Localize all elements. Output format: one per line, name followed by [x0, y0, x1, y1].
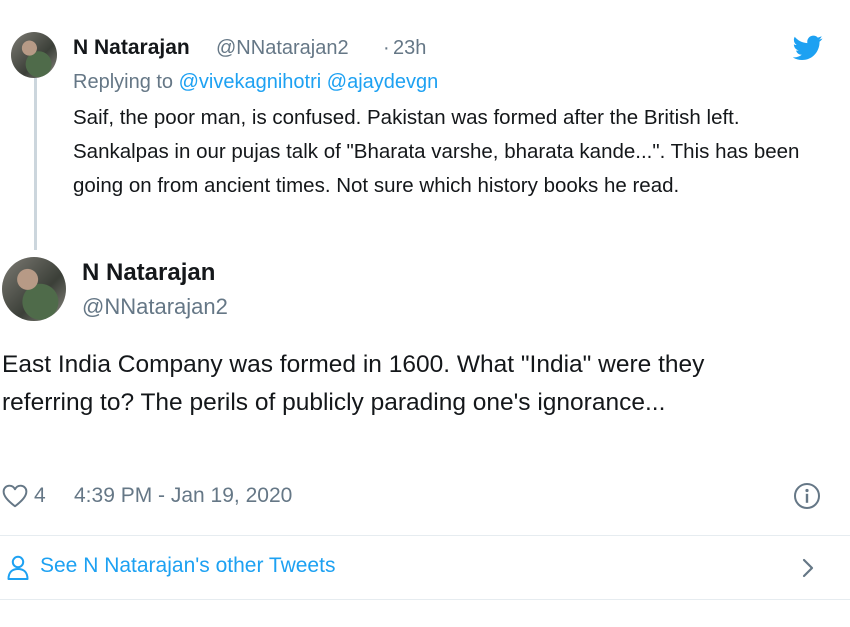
mention-link[interactable]: @vivekagnihotri [179, 71, 322, 93]
reply-author-name[interactable]: N Natarajan [73, 36, 190, 60]
heart-outline-icon [2, 484, 28, 508]
reply-time-ago[interactable]: 23h [393, 37, 426, 60]
info-icon[interactable] [793, 482, 821, 515]
chevron-right-icon [799, 556, 817, 585]
see-more-label: See N Natarajan's other Tweets [40, 554, 336, 577]
see-more-tweets-link[interactable]: See N Natarajan's other Tweets [0, 537, 850, 599]
person-icon [6, 555, 30, 586]
bottom-divider [0, 599, 850, 600]
twitter-bird-icon[interactable] [792, 35, 823, 61]
mention-link[interactable]: @ajaydevgn [327, 71, 438, 93]
main-tweet-text: East India Company was formed in 1600. W… [2, 351, 705, 416]
like-button[interactable]: 4 [2, 483, 46, 509]
like-count: 4 [34, 484, 46, 507]
main-author-name[interactable]: N Natarajan [82, 259, 215, 287]
tweet-timestamp[interactable]: 4:39 PM - Jan 19, 2020 [74, 483, 292, 509]
reply-author-handle[interactable]: @NNatarajan2 [216, 37, 349, 60]
footer-divider [0, 535, 850, 536]
reply-author-avatar[interactable] [11, 32, 57, 78]
meta-separator: · [383, 37, 390, 59]
main-author-avatar[interactable] [2, 257, 66, 321]
replying-to-prefix: Replying to [73, 71, 174, 93]
thread-connector-line [34, 78, 37, 250]
main-author-handle[interactable]: @NNatarajan2 [82, 294, 228, 320]
reply-tweet-text: Saif, the poor man, is confused. Pakista… [73, 106, 800, 197]
replying-to-line: Replying to @vivekagnihotri @ajaydevgn [73, 71, 438, 94]
